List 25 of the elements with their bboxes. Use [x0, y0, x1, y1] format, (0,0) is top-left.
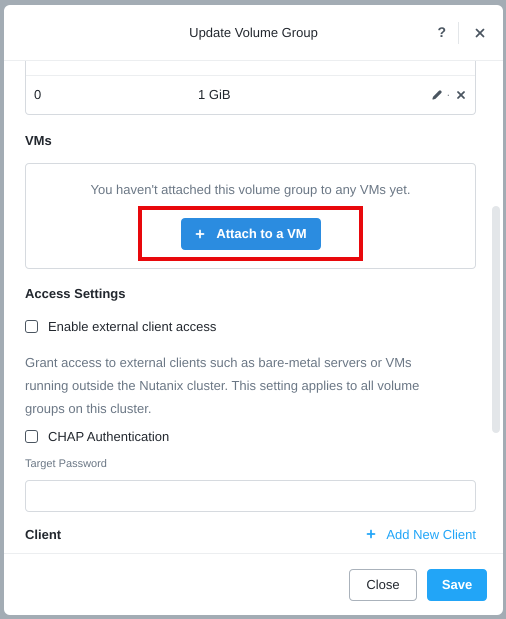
checkbox[interactable]	[25, 320, 38, 334]
edit-icon[interactable]	[432, 90, 442, 100]
checkbox-label: CHAP Authentication	[48, 428, 170, 446]
password-field[interactable]	[25, 480, 476, 512]
save-button[interactable]: Save	[427, 568, 487, 600]
close-button[interactable]: Close	[349, 568, 417, 600]
section-heading: Access Settings	[25, 284, 126, 303]
help-button[interactable]: ?	[429, 22, 454, 43]
dialog-title: Update Volume Group	[189, 24, 318, 42]
checkbox[interactable]	[25, 430, 38, 443]
plus-icon	[194, 228, 206, 240]
checkbox-label: Enable external client access	[48, 318, 216, 336]
description-text: Grant access to external clients such as bare-metal servers or VMs running outside the Nutanix cluster. This setting applies to all volume groups on this cluster.	[25, 354, 420, 418]
plus-icon	[365, 528, 378, 540]
empty-message: You haven't attached this volume group to any VMs yet.	[90, 180, 410, 199]
separator-dot: ·	[446, 88, 450, 102]
table-cell-text: 1 GiB	[198, 86, 231, 104]
field-label: Target Password	[25, 457, 108, 472]
delete-icon[interactable]	[455, 89, 467, 101]
section-heading: VMs	[25, 132, 53, 150]
scrollbar[interactable]	[492, 206, 500, 433]
attach-button[interactable]: Attach to a VM	[180, 218, 320, 250]
section-heading: Client	[25, 526, 62, 544]
add-client-link[interactable]: Add New Client	[365, 524, 476, 544]
table-cell-text: 0	[34, 86, 42, 104]
